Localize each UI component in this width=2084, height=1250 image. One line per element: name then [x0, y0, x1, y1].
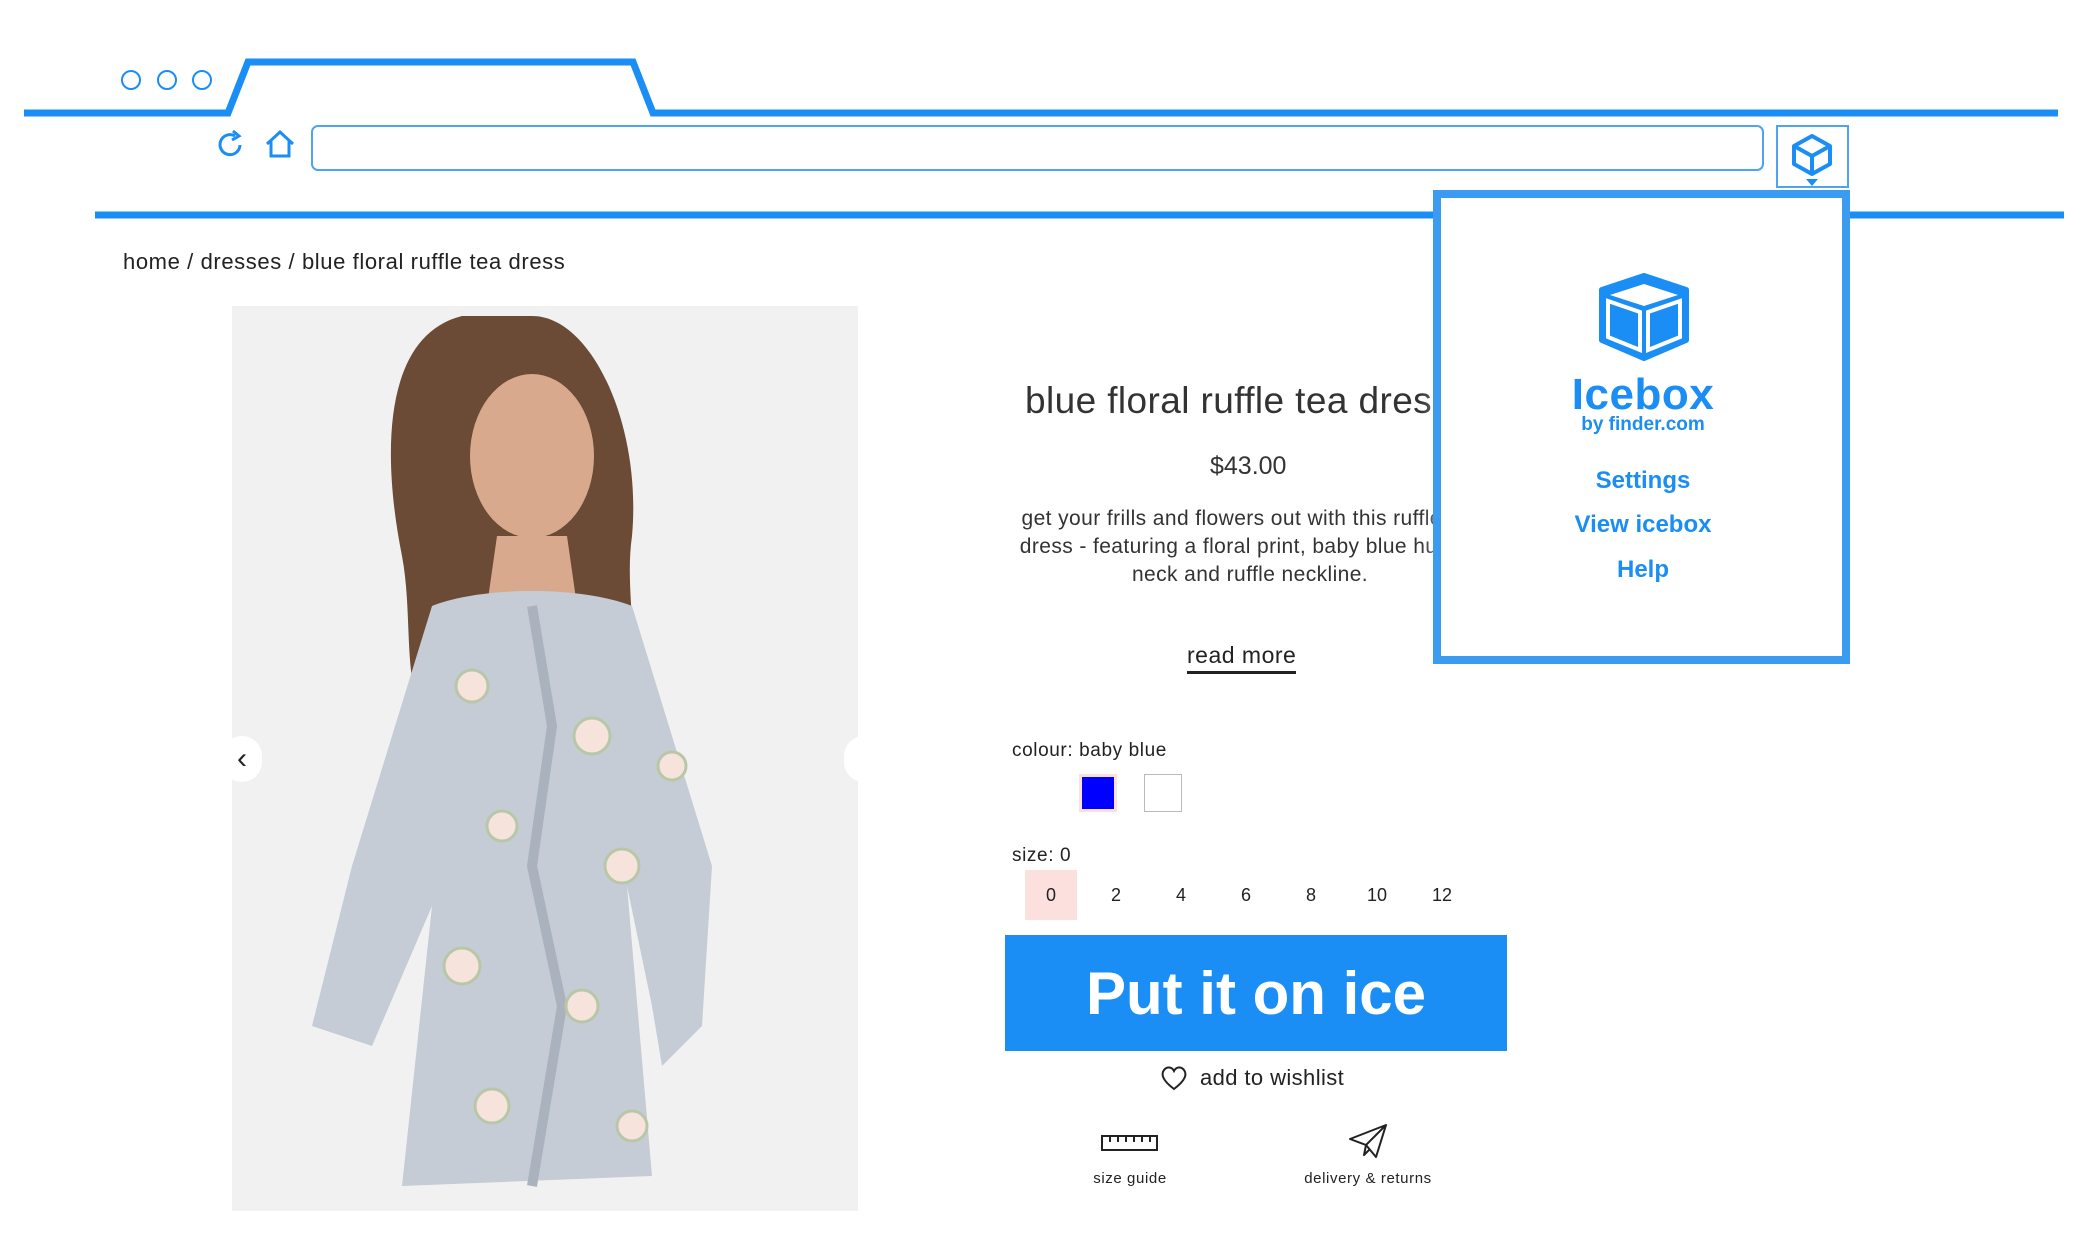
swatch-white[interactable] — [1144, 774, 1182, 812]
size-guide-link[interactable] — [1100, 1133, 1160, 1151]
menu-item-help[interactable]: Help — [1520, 556, 1766, 584]
dress-photo-illustration — [232, 306, 858, 1211]
wishlist-label: add to wishlist — [1200, 1065, 1345, 1090]
put-it-on-ice-button[interactable]: Put it on ice — [1005, 935, 1507, 1051]
address-bar[interactable] — [311, 125, 1764, 171]
heart-icon — [1161, 1066, 1187, 1091]
size-option-4[interactable]: 4 — [1155, 870, 1207, 920]
menu-item-settings[interactable]: Settings — [1520, 467, 1766, 495]
paper-plane-icon — [1349, 1124, 1387, 1158]
ruler-icon — [1101, 1135, 1158, 1151]
size-guide-label[interactable]: size guide — [1080, 1170, 1180, 1187]
add-to-wishlist-link[interactable]: add to wishlist — [1160, 1065, 1344, 1091]
product-price: $43.00 — [1210, 452, 1287, 480]
icebox-logo-icon — [1599, 273, 1689, 361]
read-more-link[interactable]: read more — [1187, 642, 1297, 674]
size-option-2[interactable]: 2 — [1090, 870, 1142, 920]
product-description: get your frills and flowers out with thi… — [1019, 507, 1481, 586]
size-option-12[interactable]: 12 — [1416, 870, 1468, 920]
icebox-brand: Icebox — [1571, 370, 1715, 419]
home-icon[interactable] — [263, 128, 297, 160]
breadcrumb[interactable]: home / dresses / blue floral ruffle tea … — [123, 249, 565, 275]
size-label: size: 0 — [1012, 845, 1072, 866]
colour-label: colour: baby blue — [1012, 740, 1167, 761]
size-option-8[interactable]: 8 — [1285, 870, 1337, 920]
size-option-0[interactable]: 0 — [1025, 870, 1077, 920]
size-option-10[interactable]: 10 — [1351, 870, 1403, 920]
size-option-6[interactable]: 6 — [1220, 870, 1272, 920]
swatch-baby-blue[interactable] — [1079, 774, 1117, 812]
delivery-returns-label[interactable]: delivery & returns — [1288, 1170, 1448, 1187]
product-title: blue floral ruffle tea dress — [1025, 380, 1451, 421]
icebox-extension-button[interactable] — [1776, 125, 1849, 188]
product-image: ‹ › — [232, 306, 858, 1211]
delivery-link[interactable] — [1348, 1123, 1388, 1164]
chevron-left-icon: ‹ — [237, 742, 247, 775]
icebox-extension-icon — [1792, 134, 1832, 186]
icebox-brand-subtitle: by finder.com — [1581, 414, 1705, 435]
reload-icon[interactable] — [213, 128, 247, 162]
menu-item-view-icebox[interactable]: View icebox — [1520, 511, 1766, 539]
